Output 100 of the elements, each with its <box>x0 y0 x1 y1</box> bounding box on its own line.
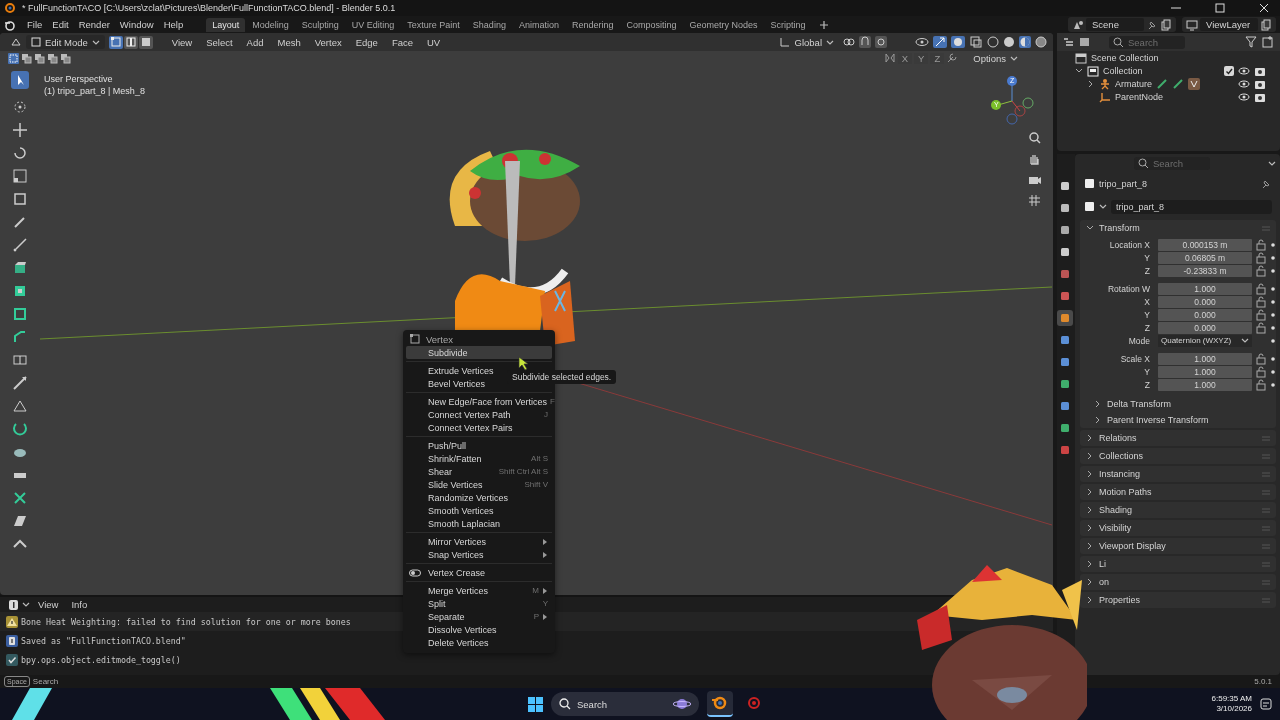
tool-icon[interactable] <box>11 374 29 392</box>
eye-icon[interactable] <box>1238 90 1250 103</box>
menu-item[interactable]: Connect Vertex Path J <box>406 408 552 421</box>
menu-item[interactable]: Snap Vertices <box>406 548 552 561</box>
menu-item[interactable]: Push/Pull <box>406 439 552 452</box>
blender-logo-icon[interactable] <box>4 18 16 31</box>
workspace-tab[interactable]: UV Editing <box>345 17 401 32</box>
blender-app-icon[interactable] <box>707 691 733 717</box>
clock-time[interactable]: 6:59:35 AM <box>1211 694 1252 704</box>
workspace-tab[interactable]: Compositing <box>620 17 683 32</box>
display-mode-icon[interactable] <box>1079 36 1090 48</box>
number-field[interactable]: 0.000 <box>1158 308 1252 321</box>
menu-item[interactable]: Render <box>73 18 115 31</box>
menu-item[interactable]: Randomize Vertices <box>406 491 552 504</box>
outliner-item[interactable]: Armature <box>1115 78 1152 89</box>
workspace-tab[interactable]: Scripting <box>764 17 812 32</box>
proportional-icon[interactable] <box>875 36 887 48</box>
panel-title[interactable]: Motion Paths <box>1099 487 1152 497</box>
number-field[interactable]: 0.000153 m <box>1158 238 1252 251</box>
keyframe-dot-icon[interactable] <box>1270 254 1276 261</box>
lock-icon[interactable] <box>1256 238 1266 251</box>
rendered-shading-icon[interactable] <box>1035 36 1047 48</box>
lock-icon[interactable] <box>1256 352 1266 365</box>
selection-mode-icon[interactable] <box>47 52 58 64</box>
menu-item[interactable]: Mesh <box>272 35 306 49</box>
tool-icon[interactable] <box>11 121 29 139</box>
copy-icon[interactable] <box>1260 18 1272 31</box>
panel-title[interactable]: Collections <box>1099 451 1144 461</box>
hand-icon[interactable] <box>1028 152 1041 165</box>
menu-item[interactable]: UV <box>422 35 446 49</box>
checkbox[interactable] <box>1224 65 1234 76</box>
mode-dropdown[interactable]: Quaternion (WXYZ) <box>1158 334 1252 347</box>
add-icon[interactable] <box>818 19 829 30</box>
orientation-dropdown[interactable]: Global <box>773 35 839 49</box>
number-field[interactable]: 1.000 <box>1158 365 1252 378</box>
overlay-icon[interactable] <box>951 36 965 48</box>
panel-title[interactable]: on <box>1099 577 1109 587</box>
menu-item[interactable]: Dissolve Vertices <box>406 623 552 636</box>
tool-icon[interactable] <box>11 236 29 254</box>
taskbar-search-field[interactable]: Search <box>551 692 699 716</box>
modifier-icon[interactable] <box>1188 77 1200 90</box>
scene-selector[interactable]: Scene <box>1086 18 1144 31</box>
tool-icon[interactable] <box>11 305 29 323</box>
notification-icon[interactable] <box>1260 698 1272 710</box>
outliner-item[interactable]: Collection <box>1103 65 1143 76</box>
menu-item[interactable]: Slide Vertices Shift V <box>406 478 552 491</box>
snap-icon[interactable] <box>859 36 871 48</box>
menu-item[interactable]: Face <box>386 35 418 49</box>
lock-icon[interactable] <box>1256 308 1266 321</box>
outliner-item[interactable]: Scene Collection <box>1091 52 1159 63</box>
tool-icon[interactable] <box>11 144 29 162</box>
wireframe-shading-icon[interactable] <box>987 36 999 48</box>
lock-icon[interactable] <box>1256 365 1266 378</box>
lock-icon[interactable] <box>1256 378 1266 391</box>
keyframe-dot-icon[interactable] <box>1270 324 1276 331</box>
lock-icon[interactable] <box>1256 251 1266 264</box>
workspace-tab[interactable]: Texture Paint <box>401 17 466 32</box>
menu-item[interactable]: Vertex Crease <box>406 566 552 579</box>
close-icon[interactable] <box>1258 2 1270 14</box>
view-layer-selector[interactable]: ViewLayer <box>1200 18 1258 31</box>
menu-item[interactable]: Help <box>158 18 189 31</box>
keyframe-dot-icon[interactable] <box>1270 267 1276 274</box>
menu-item[interactable]: Vertex <box>309 35 347 49</box>
number-field[interactable]: 0.06805 m <box>1158 251 1252 264</box>
selection-mode-icon[interactable] <box>34 52 45 64</box>
keyframe-dot-icon[interactable] <box>1270 355 1276 362</box>
keyframe-dot-icon[interactable] <box>1270 311 1276 318</box>
workspace-tab[interactable]: Rendering <box>565 17 620 32</box>
menu-item[interactable]: Edit <box>47 18 74 31</box>
eye-icon[interactable] <box>915 36 929 48</box>
menu-item[interactable]: Mirror Vertices <box>406 535 552 548</box>
subpanel-title[interactable]: Parent Inverse Transform <box>1107 415 1209 425</box>
outliner-item[interactable]: ParentNode <box>1115 91 1164 102</box>
menu-item[interactable]: Smooth Vertices <box>406 504 552 517</box>
eye-icon[interactable] <box>1238 64 1250 77</box>
xray-icon[interactable] <box>969 35 983 49</box>
menu-item[interactable]: File <box>22 18 48 31</box>
name-field[interactable]: tripo_part_8 <box>1111 199 1272 214</box>
maximize-icon[interactable] <box>1214 2 1226 14</box>
bone-icon[interactable] <box>1156 77 1168 90</box>
bone-icon[interactable] <box>1172 77 1184 90</box>
wrench-icon[interactable] <box>946 52 959 64</box>
number-field[interactable]: 0.000 <box>1158 295 1252 308</box>
select-mode-button[interactable] <box>123 35 138 49</box>
tool-icon[interactable] <box>11 71 29 89</box>
lock-icon[interactable] <box>1256 295 1266 308</box>
panel-title[interactable]: Relations <box>1099 433 1137 443</box>
number-field[interactable]: 1.000 <box>1158 352 1252 365</box>
mode-dropdown[interactable]: Edit Mode <box>26 35 105 49</box>
workspace-tab[interactable]: Sculpting <box>295 17 345 32</box>
eye-icon[interactable] <box>1238 77 1250 90</box>
menu-item[interactable]: Subdivide <box>406 346 552 359</box>
keyframe-dot-icon[interactable] <box>1270 241 1276 248</box>
link-icon[interactable] <box>843 36 855 48</box>
material-shading-icon[interactable] <box>1019 36 1031 48</box>
lock-icon[interactable] <box>1256 264 1266 277</box>
number-field[interactable]: 1.000 <box>1158 378 1252 391</box>
menu-item[interactable]: Separate P <box>406 610 552 623</box>
number-field[interactable]: -0.23833 m <box>1158 264 1252 277</box>
grid-icon[interactable] <box>1028 194 1041 207</box>
